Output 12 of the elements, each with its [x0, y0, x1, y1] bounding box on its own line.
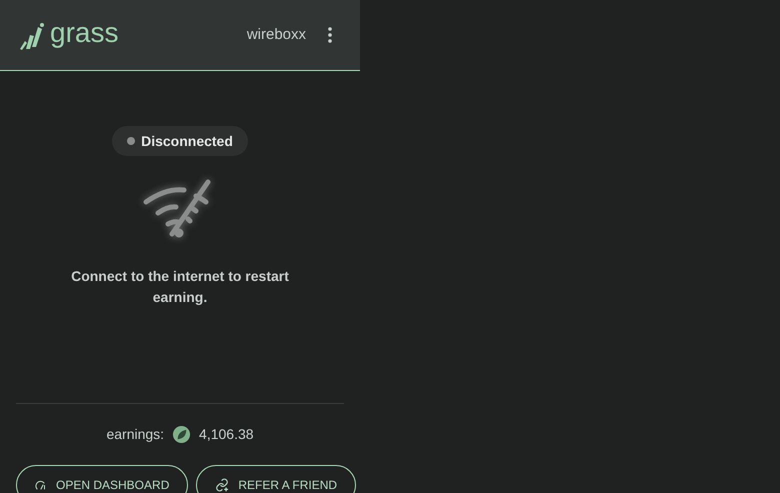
link-icon [215, 478, 230, 492]
open-dashboard-button[interactable]: OPEN DASHBOARD [16, 465, 188, 493]
status-message: Connect to the internet to restart earning. [70, 267, 290, 307]
refer-friend-button[interactable]: REFER A FRIEND [196, 465, 356, 493]
logo-text: grass [50, 19, 118, 50]
username[interactable]: wireboxx [246, 24, 306, 46]
more-icon [328, 27, 332, 43]
earnings-label: earnings: [106, 425, 164, 444]
coin-icon [172, 425, 192, 444]
status-label: Disconnected [141, 132, 233, 150]
gauge-icon [35, 479, 47, 491]
earnings-value: 4,106.38 [199, 425, 254, 444]
